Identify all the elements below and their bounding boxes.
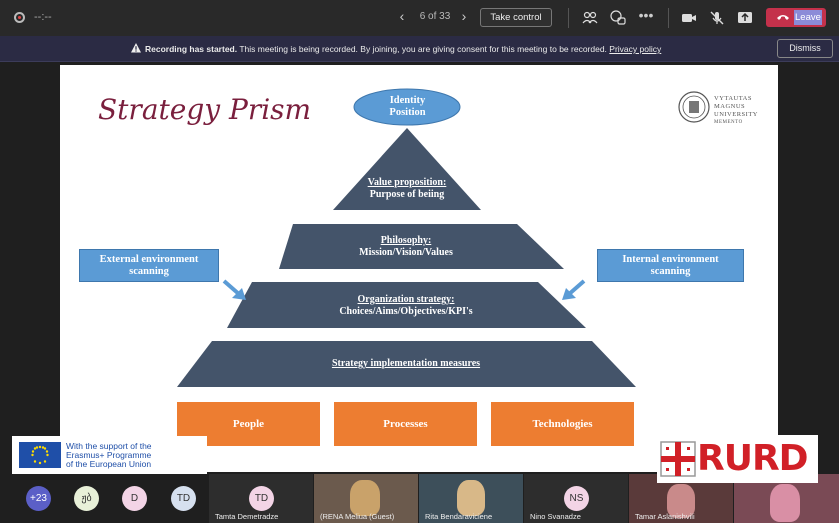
participant-tile[interactable]: Rita Bendaraviciene — [419, 474, 523, 523]
tier1-label: Value proposition: Purpose of beiing — [332, 177, 482, 201]
more-options-icon[interactable]: ••• — [638, 7, 654, 23]
participant-name: Tamta Demetradze — [215, 512, 279, 521]
participant-name: Nino Svanadze — [530, 512, 581, 521]
recording-icon — [14, 12, 25, 23]
tier2-subtitle: Mission/Vision/Values — [359, 247, 453, 258]
participant-video — [770, 484, 800, 522]
external-scanning-box: External environment scanning — [79, 249, 219, 282]
pillar-technologies: Technologies — [491, 402, 634, 446]
internal-scanning-line: Internal environment — [622, 254, 719, 265]
participant-avatar[interactable]: D — [122, 486, 147, 511]
leave-label: Leave — [794, 10, 822, 25]
georgian-flag-icon — [660, 441, 696, 477]
participant-avatar: TD — [249, 486, 274, 511]
overflow-participants-button[interactable]: +23 — [26, 486, 51, 511]
erasmus-text: With the support of the Erasmus+ Program… — [66, 442, 152, 469]
recording-banner-message: This meeting is being recorded. By joini… — [239, 44, 607, 54]
chat-icon[interactable] — [609, 9, 627, 27]
next-slide-button[interactable]: › — [456, 8, 472, 24]
camera-icon[interactable] — [680, 9, 698, 27]
tier4-title: Strategy implementation measures — [331, 358, 481, 369]
leave-button[interactable]: Leave — [766, 8, 826, 27]
erasmus-line: of the European Union — [66, 459, 152, 469]
tier4-label: Strategy implementation measures — [256, 358, 556, 370]
phone-hangup-icon — [777, 15, 789, 20]
tier3-label: Organization strategy: Choices/Aims/Obje… — [256, 294, 556, 318]
internal-scanning-line: scanning — [650, 266, 691, 277]
participant-video — [350, 480, 380, 516]
tier2-title: Philosophy: — [380, 235, 432, 246]
rurd-logo-text: RURD — [697, 438, 809, 479]
internal-scanning-box: Internal environment scanning — [597, 249, 744, 282]
identity-label-line: Identity — [389, 95, 426, 106]
privacy-policy-link[interactable]: Privacy policy — [609, 44, 661, 54]
pillar-processes: Processes — [334, 402, 477, 446]
meeting-toolbar: --:-- ‹ 6 of 33 › Take control ••• Leave — [0, 0, 839, 36]
participants-icon[interactable] — [581, 9, 599, 27]
participant-name: Tamar Aslanishvili — [635, 512, 695, 521]
participant-name: Rita Bendaraviciene — [425, 512, 493, 521]
meeting-timer: --:-- — [34, 11, 52, 23]
previous-slide-button[interactable]: ‹ — [394, 8, 410, 24]
recording-banner: Recording has started. This meeting is b… — [0, 36, 839, 62]
identity-label-line: Position — [389, 107, 426, 118]
tier3-title: Organization strategy: — [357, 294, 455, 305]
recording-banner-text: Recording has started. This meeting is b… — [145, 44, 661, 54]
external-scanning-line: scanning — [129, 266, 169, 277]
participant-tile[interactable]: NS Nino Svanadze — [524, 474, 628, 523]
share-screen-icon[interactable] — [736, 9, 754, 27]
take-control-button[interactable]: Take control — [480, 8, 552, 27]
rurd-logo: RURD — [657, 435, 818, 483]
participant-avatar: NS — [564, 486, 589, 511]
participant-avatar[interactable]: ჟბ — [74, 486, 99, 511]
participant-avatar[interactable]: TD — [171, 486, 196, 511]
dismiss-button[interactable]: Dismiss — [777, 39, 833, 58]
tier1-title: Value proposition: — [367, 177, 447, 188]
recording-banner-bold: Recording has started. — [145, 44, 238, 54]
participant-name: (RENA Meliua (Guest) — [320, 512, 395, 521]
tier1-subtitle: Purpose of beiing — [369, 189, 445, 200]
tier3-subtitle: Choices/Aims/Objectives/KPI's — [339, 306, 473, 317]
erasmus-logo: With the support of the Erasmus+ Program… — [12, 436, 207, 474]
warning-icon — [131, 43, 141, 53]
tier2-label: Philosophy: Mission/Vision/Values — [296, 235, 516, 259]
external-scanning-line: External environment — [99, 254, 199, 265]
slide-page-indicator: 6 of 33 — [419, 11, 451, 22]
participant-video — [457, 480, 485, 516]
participant-tile[interactable]: (RENA Meliua (Guest) — [314, 474, 418, 523]
microphone-muted-icon[interactable] — [708, 9, 726, 27]
identity-label: Identity Position — [355, 95, 460, 119]
toolbar-divider — [568, 8, 569, 28]
participant-tile[interactable]: TD Tamta Demetradze — [209, 474, 313, 523]
toolbar-divider — [668, 8, 669, 28]
shared-slide: Strategy Prism VYTAUTAS MAGNUS UNIVERSIT… — [60, 65, 778, 472]
eu-flag-icon — [19, 442, 61, 468]
